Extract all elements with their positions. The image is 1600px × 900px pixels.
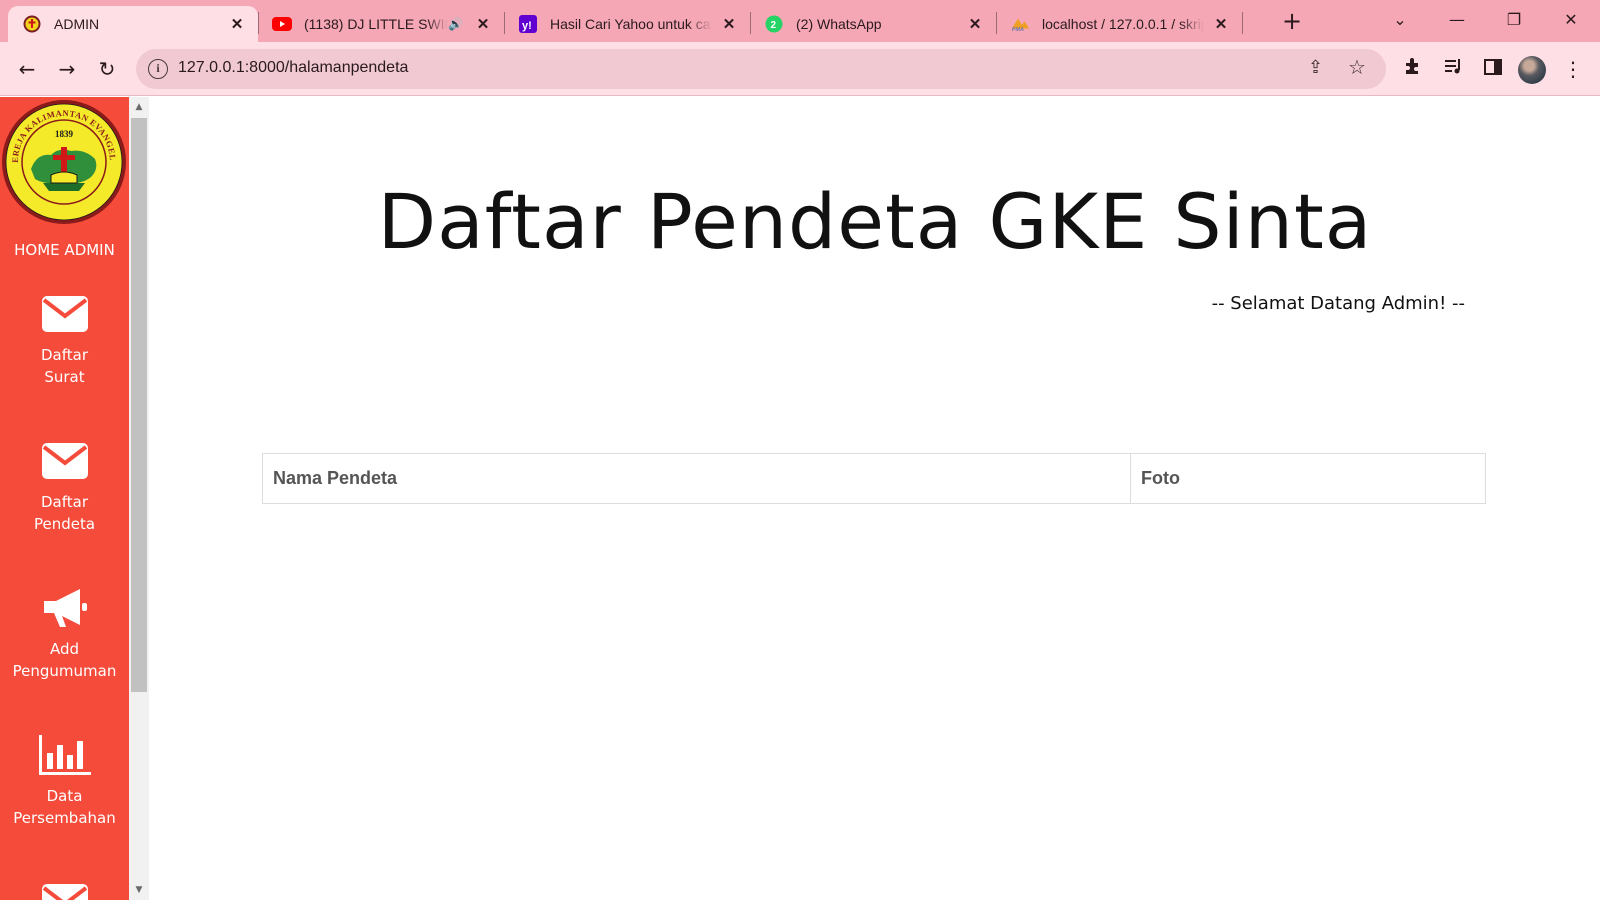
restore-icon[interactable]: ❐	[1494, 4, 1534, 36]
page-title: Daftar Pendeta GKE Sinta	[377, 177, 1373, 266]
site-info-icon[interactable]: i	[148, 59, 168, 79]
profile-avatar[interactable]	[1518, 56, 1546, 84]
scrollbar-thumb[interactable]	[131, 118, 147, 692]
megaphone-icon	[0, 584, 129, 632]
tab-title: ADMIN	[54, 16, 100, 32]
extensions-icon[interactable]	[1398, 54, 1428, 84]
browser-toolbar: ← → ↻ i 127.0.0.1:8000/halamanpendeta ⇪ …	[0, 42, 1600, 96]
sidebar-item-label: Pendeta	[33, 515, 96, 533]
browser-tab-strip: ADMIN ✕ (1138) DJ LITTLE SWING 🔊 ✕ y! Ha…	[0, 0, 1600, 42]
sidebar-item-label: Add	[49, 640, 80, 658]
sidebar-item-daftar-pendeta[interactable]: Daftar Pendeta	[0, 437, 129, 535]
back-icon[interactable]: ←	[13, 55, 41, 83]
side-panel-icon[interactable]	[1478, 54, 1508, 84]
tab-whatsapp[interactable]: 2 (2) WhatsApp ✕	[750, 6, 996, 42]
gke-logo[interactable]: GEREJA KALIMANTAN EVANGELIS 1839	[0, 97, 127, 225]
url-text[interactable]: 127.0.0.1:8000/halamanpendeta	[178, 59, 408, 77]
sidebar-item-label: Pengumuman	[12, 662, 117, 680]
scroll-down-arrow-icon[interactable]: ▼	[129, 882, 149, 898]
close-icon[interactable]: ✕	[472, 13, 494, 35]
share-icon[interactable]: ⇪	[1308, 57, 1323, 78]
tab-title: localhost / 127.0.0.1 / skripsi	[1042, 16, 1204, 32]
svg-text:y!: y!	[522, 20, 532, 32]
tab-localhost[interactable]: PMA localhost / 127.0.0.1 / skripsi ✕	[996, 6, 1242, 42]
close-icon[interactable]: ✕	[964, 13, 986, 35]
address-bar[interactable]: i 127.0.0.1:8000/halamanpendeta ⇪ ☆	[136, 49, 1386, 89]
sidebar-item-label: Persembahan	[13, 809, 116, 827]
gke-logo-icon	[22, 14, 42, 34]
close-icon[interactable]: ✕	[1210, 13, 1232, 35]
close-icon[interactable]: ✕	[226, 13, 248, 35]
bar-chart-icon	[0, 731, 129, 779]
sidebar-item-data-persembahan[interactable]: Data Persembahan	[0, 731, 129, 829]
reload-icon[interactable]: ↻	[93, 55, 121, 83]
svg-text:PMA: PMA	[1012, 27, 1024, 32]
tab-title: Hasil Cari Yahoo untuk cara	[550, 16, 712, 32]
whatsapp-icon: 2	[764, 14, 784, 34]
youtube-icon	[272, 14, 292, 34]
pendeta-table: Nama Pendeta Foto	[262, 453, 1486, 504]
scroll-up-arrow-icon[interactable]: ▲	[129, 99, 149, 115]
new-tab-button[interactable]: +	[1278, 8, 1306, 36]
sidebar-item-label: Daftar	[41, 346, 88, 364]
forward-icon[interactable]: →	[53, 55, 81, 83]
tab-yahoo[interactable]: y! Hasil Cari Yahoo untuk cara ✕	[504, 6, 750, 42]
column-header-foto: Foto	[1130, 453, 1486, 504]
minimize-icon[interactable]: —	[1437, 4, 1477, 36]
speaker-icon[interactable]: 🔊	[448, 17, 466, 31]
tab-badge: 2	[771, 20, 777, 31]
tab-admin[interactable]: ADMIN ✕	[8, 6, 258, 42]
tab-search-icon[interactable]: ⌄	[1380, 4, 1420, 36]
window-close-icon[interactable]: ✕	[1551, 4, 1591, 36]
tab-title: (1138) DJ LITTLE SWING	[304, 16, 448, 32]
sidebar-item-next[interactable]	[0, 878, 129, 900]
menu-kebab-icon[interactable]: ⋮	[1558, 54, 1588, 84]
sidebar-item-label: Data	[46, 787, 83, 805]
welcome-message: -- Selamat Datang Admin! --	[1211, 293, 1465, 314]
sidebar-item-add-pengumuman[interactable]: Add Pengumuman	[0, 584, 129, 682]
main-content: Daftar Pendeta GKE Sinta -- Selamat Data…	[149, 97, 1600, 900]
envelope-icon	[0, 290, 129, 338]
sidebar-item-daftar-surat[interactable]: Daftar Surat	[0, 290, 129, 388]
sidebar-item-label: Daftar	[41, 493, 88, 511]
home-admin-link[interactable]: HOME ADMIN	[0, 241, 129, 259]
sidebar-item-label: Surat	[44, 368, 85, 386]
bookmark-star-icon[interactable]: ☆	[1348, 55, 1366, 79]
tab-separator	[1242, 12, 1243, 34]
tab-youtube[interactable]: (1138) DJ LITTLE SWING 🔊 ✕	[258, 6, 504, 42]
sidebar-scrollbar[interactable]: ▲ ▼	[129, 97, 149, 900]
phpmyadmin-icon: PMA	[1010, 14, 1030, 34]
yahoo-icon: y!	[518, 14, 538, 34]
column-header-nama-pendeta: Nama Pendeta	[262, 453, 1131, 504]
envelope-icon	[0, 437, 129, 485]
sidebar: GEREJA KALIMANTAN EVANGELIS 1839 HOME AD…	[0, 97, 129, 900]
svg-text:1839: 1839	[55, 129, 74, 139]
table-header-row: Nama Pendeta Foto	[262, 453, 1486, 504]
media-control-icon[interactable]	[1438, 54, 1468, 84]
close-icon[interactable]: ✕	[718, 13, 740, 35]
tab-title: (2) WhatsApp	[796, 16, 882, 32]
envelope-icon	[0, 878, 129, 900]
